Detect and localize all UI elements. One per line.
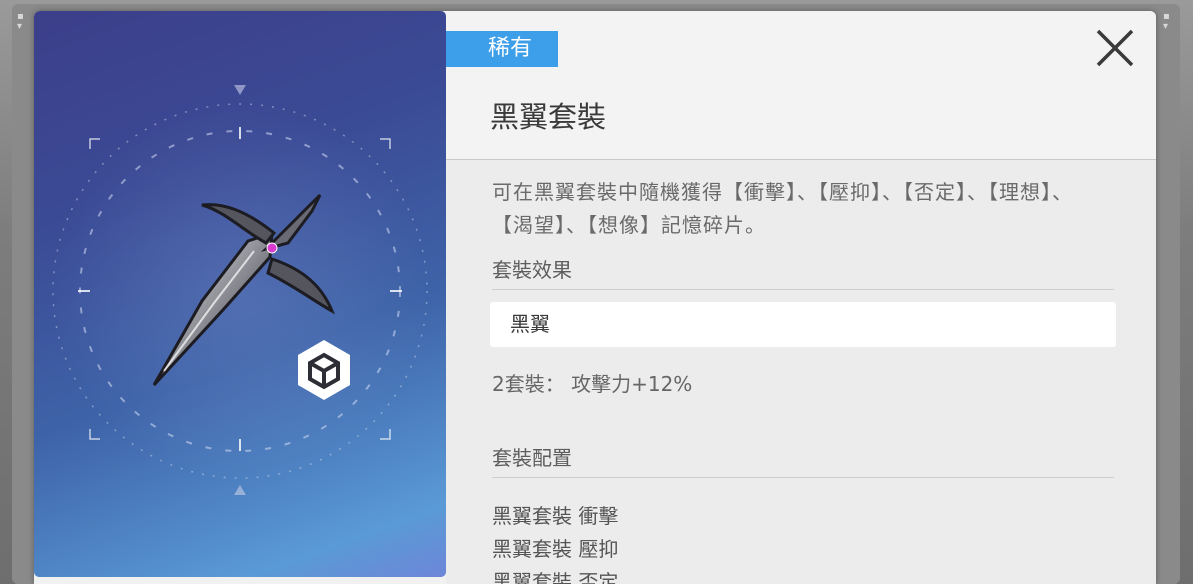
rarity-label: 稀有 [488, 36, 533, 61]
item-title: 黑翼套裝 [490, 100, 607, 134]
close-button[interactable] [1092, 25, 1138, 71]
list-item: 黑翼套裝 衝擊 [492, 504, 619, 528]
list-item: 黑翼套裝 壓抑 [492, 537, 619, 561]
set-effect-heading: 套裝效果 [492, 255, 1114, 290]
cube-hexagon-icon [298, 340, 350, 400]
set-bonus-text: 2套裝： 攻擊力+12% [492, 372, 693, 396]
set-name: 黑翼 [510, 312, 550, 336]
item-description: 可在黑翼套裝中隨機獲得【衝擊】、【壓抑】、【否定】、【理想】、【渴望】、【想像】… [492, 180, 1073, 237]
list-item: 黑翼套裝 否定 [492, 570, 619, 584]
set-name-box: 黑翼 [490, 302, 1116, 347]
rarity-badge: 稀有 [446, 31, 558, 67]
set-config-heading: 套裝配置 [492, 443, 1114, 478]
item-details-scroll-area[interactable]: 可在黑翼套裝中隨機獲得【衝擊】、【壓抑】、【否定】、【理想】、【渴望】、【想像】… [446, 160, 1156, 584]
frame-corner-mark-left: ▪ ▾ [17, 11, 24, 32]
item-artwork-panel [34, 11, 446, 577]
black-wing-dagger-artwork [50, 85, 430, 495]
item-info-panel: 稀有 黑翼套裝 可在黑翼套裝中隨機獲得【衝擊】、【壓抑】、【否定】、【理想】、【… [446, 11, 1156, 584]
item-detail-dialog: 稀有 黑翼套裝 可在黑翼套裝中隨機獲得【衝擊】、【壓抑】、【否定】、【理想】、【… [34, 11, 1156, 584]
close-x-icon [1096, 29, 1134, 67]
item-header: 稀有 黑翼套裝 [446, 11, 1156, 160]
set-config-list: 黑翼套裝 衝擊 黑翼套裝 壓抑 黑翼套裝 否定 [492, 500, 618, 584]
frame-corner-mark-right: ▪ ▾ [1163, 11, 1170, 32]
